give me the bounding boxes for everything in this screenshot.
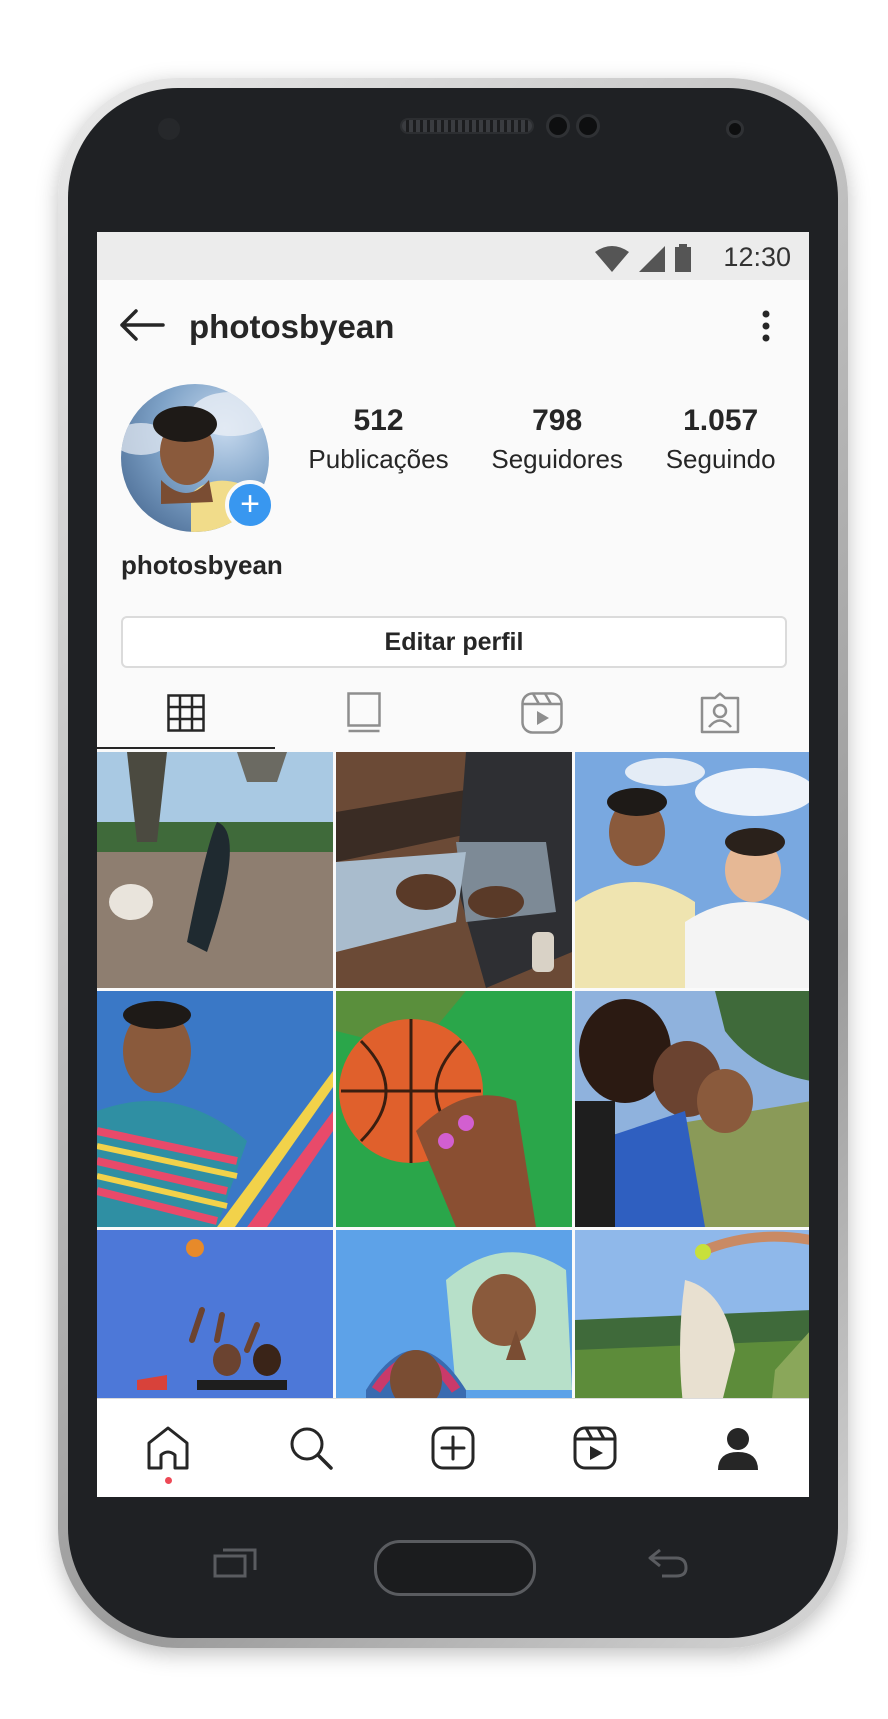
tab-reels[interactable] xyxy=(453,677,631,749)
app-screen: 12:30 photosbyean + 512 Publicações 798 … xyxy=(97,232,809,1497)
grid-photo[interactable] xyxy=(97,752,333,988)
stat-value: 1.057 xyxy=(683,404,759,437)
photo-striped-shirt xyxy=(97,991,333,1227)
profile-icon xyxy=(717,1428,758,1470)
profile-stats: 512 Publicações 798 Seguidores 1.057 Seg… xyxy=(287,404,797,475)
photo-two-friends-selfie xyxy=(575,752,809,988)
recents-key-icon[interactable] xyxy=(213,1548,257,1578)
notification-led xyxy=(158,118,180,140)
stat-followers[interactable]: 798 Seguidores xyxy=(491,404,623,475)
wifi-icon xyxy=(595,246,629,272)
nav-reels[interactable] xyxy=(565,1418,625,1478)
reels-icon xyxy=(521,692,563,734)
reels-icon xyxy=(573,1426,617,1470)
edit-profile-button[interactable]: Editar perfil xyxy=(121,616,787,668)
stat-value: 512 xyxy=(353,404,404,437)
grid-photo[interactable] xyxy=(97,991,333,1227)
nav-profile[interactable] xyxy=(708,1418,768,1478)
photo-skateboard xyxy=(97,752,333,988)
nav-new-post[interactable] xyxy=(423,1418,483,1478)
stat-posts[interactable]: 512 Publicações xyxy=(308,404,448,475)
grid-icon xyxy=(167,694,205,732)
grid-photo[interactable] xyxy=(575,991,809,1227)
igtv-icon xyxy=(347,692,381,733)
profile-header: photosbyean xyxy=(97,280,809,372)
stat-label: Publicações xyxy=(308,444,449,474)
tagged-icon xyxy=(700,692,740,734)
bottom-nav xyxy=(97,1398,809,1497)
back-key-icon[interactable] xyxy=(646,1546,690,1578)
home-icon xyxy=(147,1426,189,1470)
profile-display-name: photosbyean xyxy=(121,550,283,580)
stat-value: 798 xyxy=(532,404,583,437)
grid-photo[interactable] xyxy=(336,991,572,1227)
profile-tabs xyxy=(97,677,809,749)
status-bar: 12:30 xyxy=(97,232,809,280)
search-icon xyxy=(290,1427,333,1470)
status-icons xyxy=(595,244,691,272)
tab-tagged[interactable] xyxy=(631,677,809,749)
battery-icon xyxy=(675,244,691,272)
notification-dot xyxy=(165,1477,173,1484)
proximity-sensor xyxy=(726,120,744,138)
add-story-button[interactable]: + xyxy=(225,480,275,530)
stat-following[interactable]: 1.057 Seguindo xyxy=(666,404,776,475)
photo-sitting-bench xyxy=(336,752,572,988)
grid-photo[interactable] xyxy=(575,752,809,988)
photo-basketball xyxy=(336,991,572,1227)
photo-grid xyxy=(97,752,809,1466)
front-sensor xyxy=(576,114,600,138)
nav-search[interactable] xyxy=(281,1418,341,1478)
more-options-icon[interactable] xyxy=(761,310,771,342)
photo-group-selfie xyxy=(575,991,809,1227)
back-arrow-icon[interactable] xyxy=(119,308,165,342)
profile-avatar[interactable]: + xyxy=(121,384,275,532)
grid-photo[interactable] xyxy=(336,752,572,988)
stat-label: Seguidores xyxy=(491,444,623,474)
home-key[interactable] xyxy=(374,1540,536,1596)
status-time: 12:30 xyxy=(723,242,791,272)
tab-grid[interactable] xyxy=(97,677,275,749)
cell-signal-icon xyxy=(639,246,665,272)
nav-home[interactable] xyxy=(138,1418,198,1484)
stat-label: Seguindo xyxy=(665,444,776,474)
front-camera xyxy=(546,114,570,138)
new-post-icon xyxy=(431,1426,475,1470)
page-title: photosbyean xyxy=(189,308,395,345)
earpiece-speaker xyxy=(400,118,534,134)
tab-igtv[interactable] xyxy=(275,677,453,749)
